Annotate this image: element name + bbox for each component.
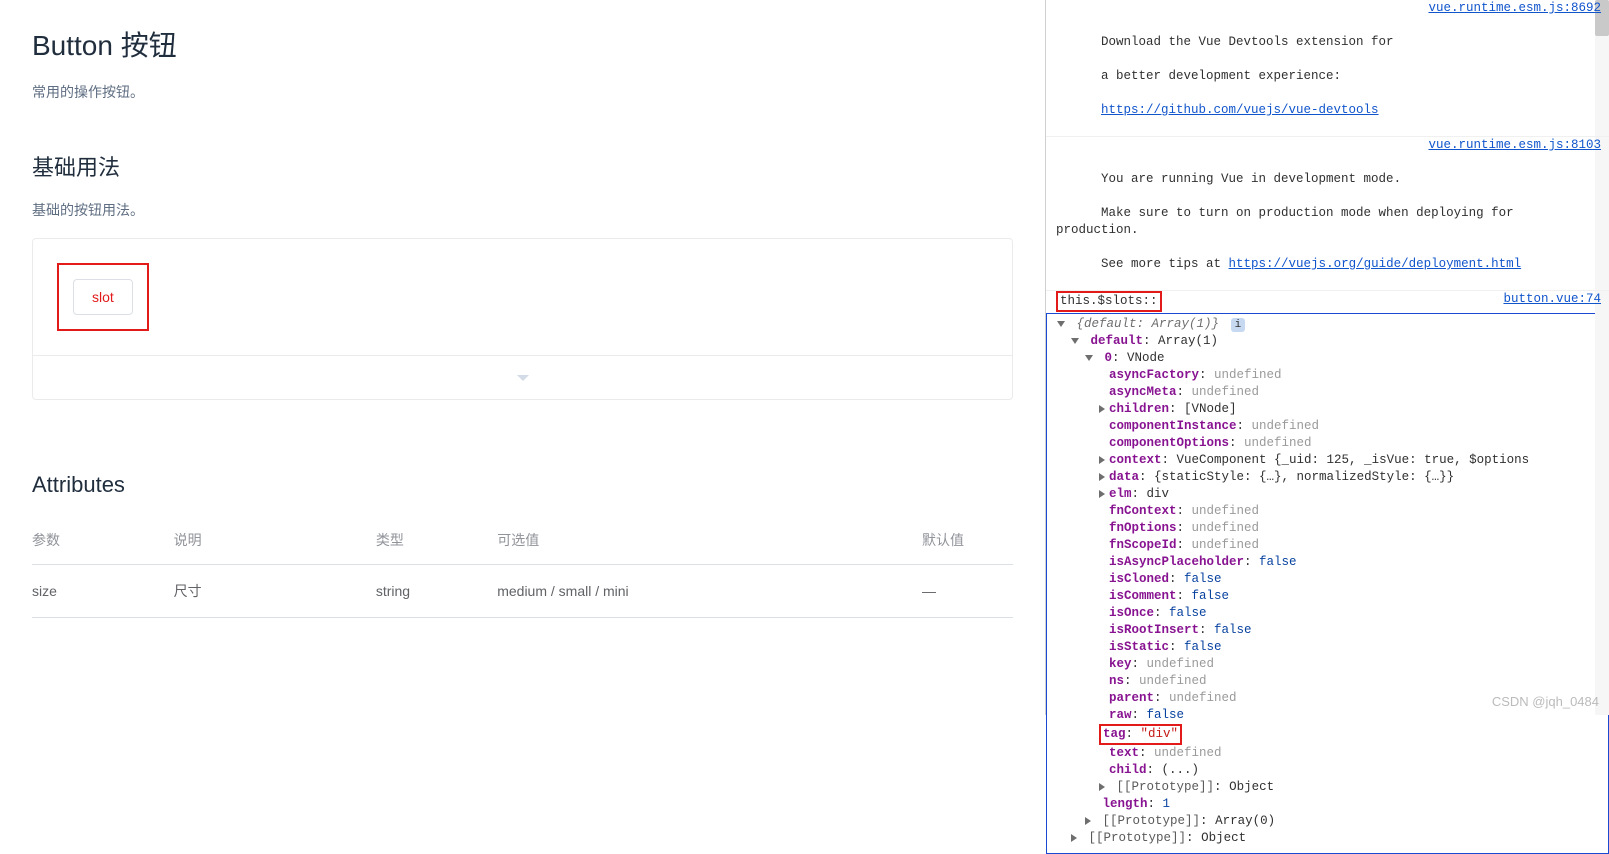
tree-node-proto[interactable]: [[Prototype]]: Object (1057, 830, 1608, 847)
tree-node[interactable]: fnContext: undefined (1057, 503, 1608, 520)
col-opts: 可选值 (497, 516, 922, 565)
section-basic-heading: 基础用法 (32, 150, 1013, 182)
col-param: 参数 (32, 516, 174, 565)
tree-node[interactable]: text: undefined (1057, 745, 1608, 762)
col-def: 默认值 (922, 516, 1013, 565)
tree-node[interactable]: key: undefined (1057, 656, 1608, 673)
tree-node[interactable]: isOnce: false (1057, 605, 1608, 622)
caret-down-icon (517, 375, 529, 381)
col-desc: 说明 (174, 516, 376, 565)
tree-node[interactable]: ns: undefined (1057, 673, 1608, 690)
tree-node[interactable]: componentInstance: undefined (1057, 418, 1608, 435)
caret-right-icon[interactable] (1099, 456, 1105, 464)
demo-block: slot (32, 238, 1013, 400)
devtools-link[interactable]: https://github.com/vuejs/vue-devtools (1101, 103, 1379, 117)
log-label-highlight: this.$slots:: (1056, 291, 1162, 312)
source-link[interactable]: button.vue:74 (1503, 291, 1601, 308)
tree-root[interactable]: {default: Array(1)} i (1057, 316, 1608, 333)
tree-node-proto[interactable]: [[Prototype]]: Object (1057, 779, 1608, 796)
msg-text: Download the Vue Devtools extension for (1101, 35, 1401, 49)
cell-type: string (376, 565, 497, 618)
tree-node[interactable]: isCloned: false (1057, 571, 1608, 588)
cell-param: size (32, 565, 174, 618)
object-tree-box: {default: Array(1)} i default: Array(1) … (1046, 313, 1609, 854)
caret-down-icon[interactable] (1085, 355, 1093, 361)
cell-desc: 尺寸 (174, 565, 376, 618)
tree-node[interactable]: raw: false (1057, 707, 1608, 724)
tag-highlight-box: tag: "div" (1099, 724, 1182, 745)
tree-node[interactable]: 0: VNode (1057, 350, 1608, 367)
msg-text: a better development experience: (1101, 69, 1341, 83)
watermark: CSDN @jqh_0484 (1492, 694, 1599, 709)
object-tree[interactable]: {default: Array(1)} i default: Array(1) … (1047, 314, 1608, 847)
msg-text: See more tips at (1101, 257, 1229, 271)
tree-node[interactable]: fnOptions: undefined (1057, 520, 1608, 537)
page-title: Button 按钮 (32, 24, 1013, 64)
slot-highlight-box: slot (57, 263, 149, 331)
tree-node[interactable]: isComment: false (1057, 588, 1608, 605)
info-badge-icon[interactable]: i (1231, 318, 1246, 332)
msg-text: You are running Vue in development mode. (1101, 172, 1401, 186)
section-attributes-heading: Attributes (32, 472, 1013, 498)
tree-node[interactable]: elm: div (1057, 486, 1608, 503)
table-row: size 尺寸 string medium / small / mini — (32, 565, 1013, 618)
caret-right-icon[interactable] (1085, 817, 1091, 825)
tree-node[interactable]: data: {staticStyle: {…}, normalizedStyle… (1057, 469, 1608, 486)
demo-content: slot (33, 239, 1012, 355)
tree-node-tag[interactable]: tag: "div" (1057, 724, 1608, 745)
source-link[interactable]: vue.runtime.esm.js:8692 (1428, 0, 1601, 17)
tree-node[interactable]: children: [VNode] (1057, 401, 1608, 418)
table-header-row: 参数 说明 类型 可选值 默认值 (32, 516, 1013, 565)
demo-expand-toggle[interactable] (33, 355, 1012, 399)
source-link[interactable]: vue.runtime.esm.js:8103 (1428, 137, 1601, 154)
slot-button[interactable]: slot (73, 279, 133, 315)
attributes-table: 参数 说明 类型 可选值 默认值 size 尺寸 string medium /… (32, 516, 1013, 618)
caret-down-icon[interactable] (1057, 321, 1065, 327)
tree-node[interactable]: context: VueComponent {_uid: 125, _isVue… (1057, 452, 1608, 469)
col-type: 类型 (376, 516, 497, 565)
caret-right-icon[interactable] (1099, 405, 1105, 413)
msg-text: Make sure to turn on production mode whe… (1056, 206, 1521, 237)
tree-node[interactable]: isAsyncPlaceholder: false (1057, 554, 1608, 571)
tree-node[interactable]: fnScopeId: undefined (1057, 537, 1608, 554)
docs-pane: Button 按钮 常用的操作按钮。 基础用法 基础的按钮用法。 slot At… (0, 0, 1045, 715)
cell-opts: medium / small / mini (497, 565, 922, 618)
tree-node[interactable]: asyncMeta: undefined (1057, 384, 1608, 401)
tree-node[interactable]: isRootInsert: false (1057, 622, 1608, 639)
tree-node[interactable]: asyncFactory: undefined (1057, 367, 1608, 384)
devtools-console[interactable]: vue.runtime.esm.js:8692 Download the Vue… (1045, 0, 1609, 715)
console-message: vue.runtime.esm.js:8692 Download the Vue… (1046, 0, 1609, 137)
deployment-link[interactable]: https://vuejs.org/guide/deployment.html (1229, 257, 1522, 271)
cell-def: — (922, 565, 1013, 618)
section-basic-desc: 基础的按钮用法。 (32, 200, 1013, 220)
console-log-header: button.vue:74 this.$slots:: (1046, 291, 1609, 313)
tree-node-proto[interactable]: [[Prototype]]: Array(0) (1057, 813, 1608, 830)
caret-right-icon[interactable] (1099, 473, 1105, 481)
tree-node[interactable]: componentOptions: undefined (1057, 435, 1608, 452)
caret-right-icon[interactable] (1099, 783, 1105, 791)
tree-node[interactable]: default: Array(1) (1057, 333, 1608, 350)
tree-node[interactable]: child: (...) (1057, 762, 1608, 779)
caret-right-icon[interactable] (1099, 490, 1105, 498)
caret-right-icon[interactable] (1071, 834, 1077, 842)
tree-node[interactable]: length: 1 (1057, 796, 1608, 813)
console-message: vue.runtime.esm.js:8103 You are running … (1046, 137, 1609, 291)
tree-node[interactable]: isStatic: false (1057, 639, 1608, 656)
page-subtitle: 常用的操作按钮。 (32, 82, 1013, 102)
caret-down-icon[interactable] (1071, 338, 1079, 344)
